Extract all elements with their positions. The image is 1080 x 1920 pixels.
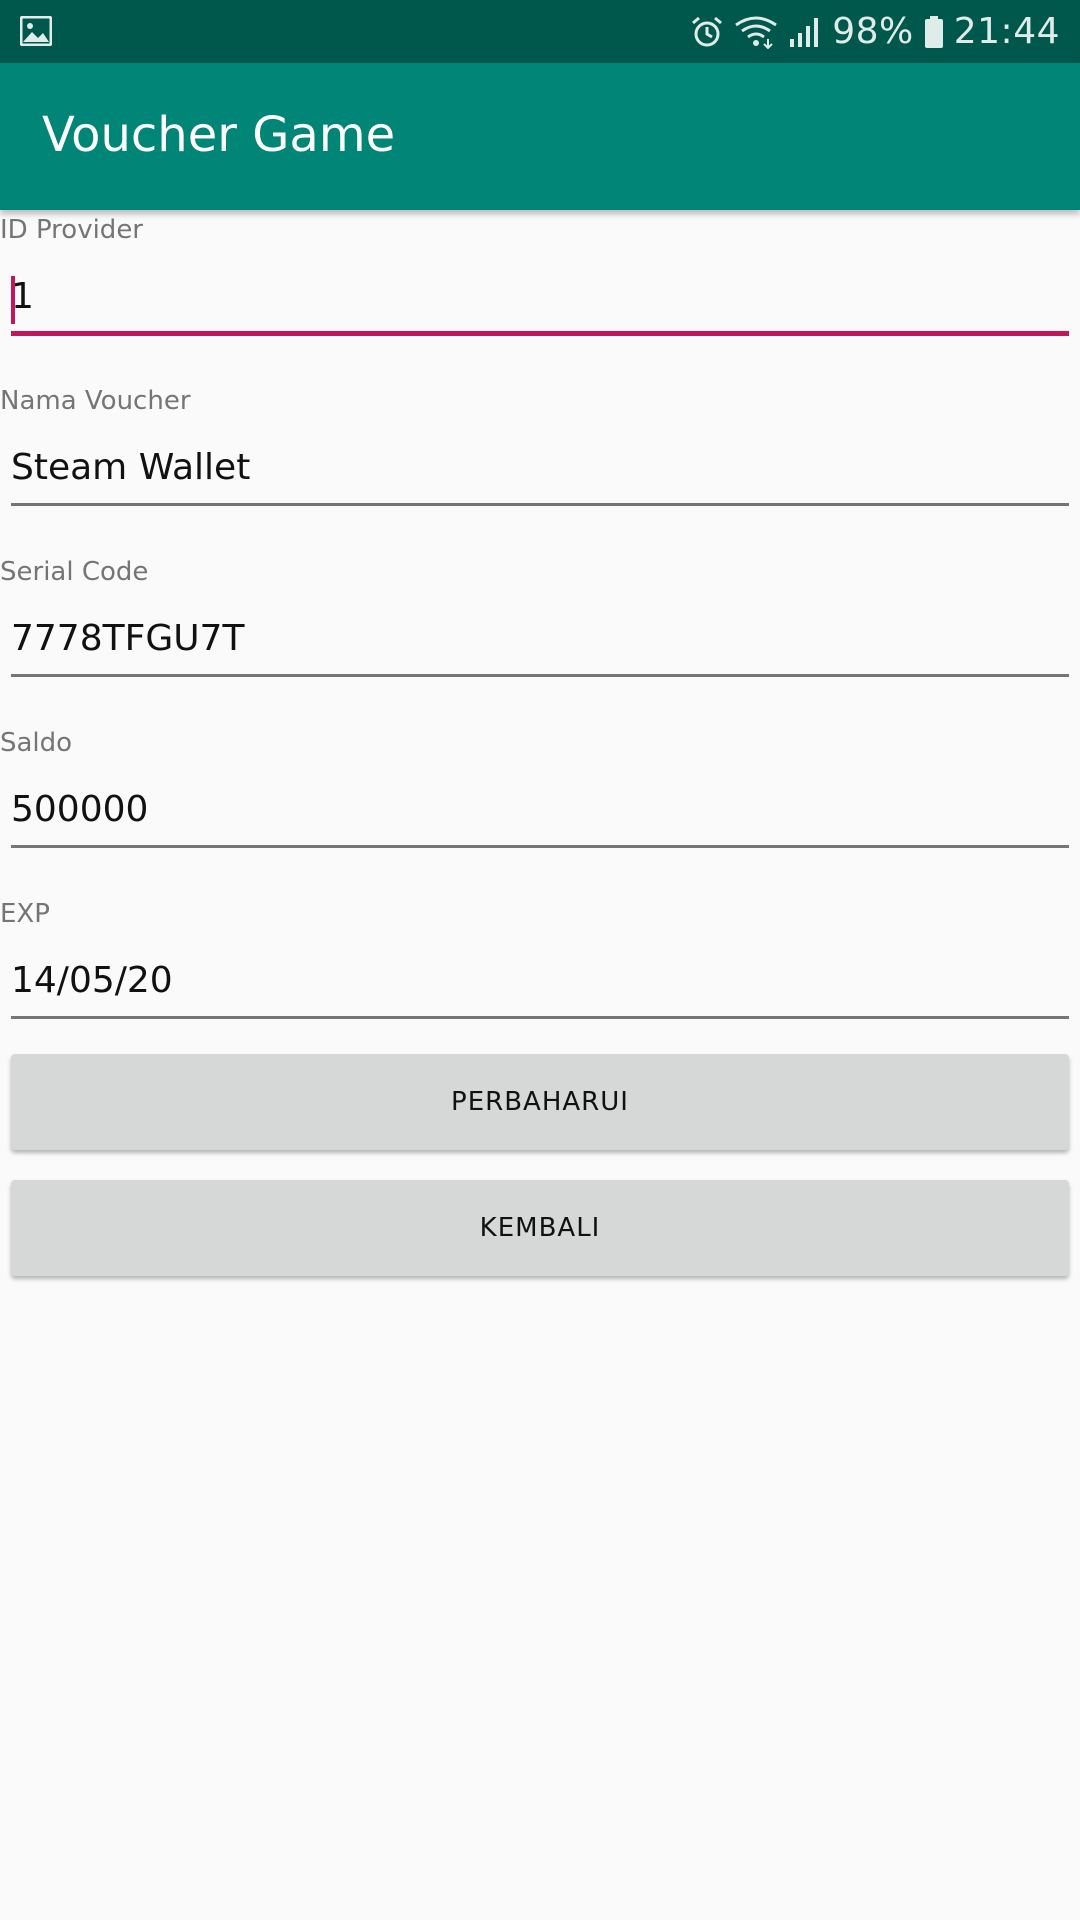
field-label-nama-voucher: Nama Voucher (0, 386, 191, 416)
wifi-icon (735, 16, 778, 49)
field-exp: EXP (0, 894, 1080, 1065)
update-button[interactable]: PERBAHARUI (11, 1054, 1069, 1150)
field-underline (11, 1016, 1069, 1019)
field-saldo: Saldo (0, 723, 1080, 894)
saldo-input[interactable] (11, 773, 1069, 845)
image-icon (20, 16, 52, 46)
field-label-saldo: Saldo (0, 728, 73, 758)
status-icons: 98% 21:44 (690, 0, 1060, 63)
status-bar: 98% 21:44 (0, 0, 1080, 63)
field-underline (11, 331, 1069, 336)
text-cursor (11, 276, 15, 324)
field-underline (11, 845, 1069, 848)
nama-voucher-input[interactable] (11, 431, 1069, 503)
field-label-serial-code: Serial Code (0, 557, 149, 587)
battery-icon (924, 15, 943, 48)
alarm-icon (692, 16, 723, 46)
battery-percent: 98% (832, 11, 914, 52)
field-underline (11, 503, 1069, 506)
field-label-exp: EXP (0, 899, 50, 929)
field-nama-voucher: Nama Voucher (0, 381, 1080, 552)
exp-input[interactable] (11, 944, 1069, 1016)
app-title: Voucher Game (42, 107, 396, 163)
back-button[interactable]: KEMBALI (11, 1180, 1069, 1276)
clock: 21:44 (953, 11, 1060, 52)
app-bar: Voucher Game (0, 63, 1080, 210)
signal-icon (790, 17, 819, 47)
field-label-id-provider: ID Provider (0, 215, 143, 245)
field-serial-code: Serial Code (0, 552, 1080, 723)
field-underline (11, 674, 1069, 677)
serial-code-input[interactable] (11, 602, 1069, 674)
field-id-provider: ID Provider (0, 210, 1080, 381)
id-provider-input[interactable] (11, 260, 1069, 332)
